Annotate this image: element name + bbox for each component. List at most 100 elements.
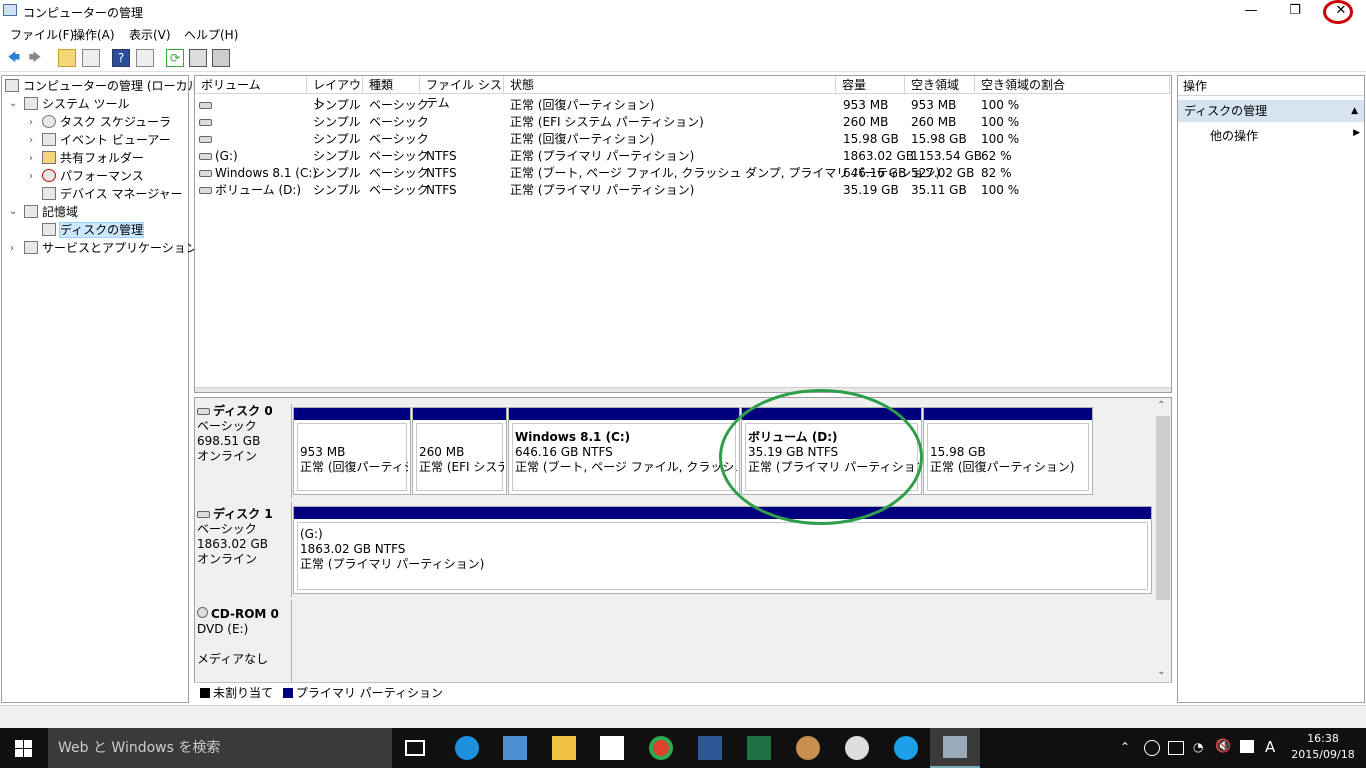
task-view-icon[interactable] (405, 740, 425, 756)
tree-system-tools[interactable]: システム ツール (24, 96, 129, 113)
windows-start-icon[interactable] (15, 740, 32, 757)
volume-cell: ベーシック (369, 166, 429, 180)
internet-explorer-icon[interactable] (894, 736, 918, 760)
edge-browser-icon[interactable] (455, 736, 479, 760)
menu-action[interactable]: 操作(A) (73, 26, 115, 43)
volume-list: ボリューム レイアウト 種類 ファイル システム 状態 容量 空き領域 空き領域… (194, 75, 1172, 393)
volume-cell: シンプル (313, 183, 361, 197)
volume-cell[interactable]: ボリューム (D:) (215, 182, 301, 199)
volume-cell: 953 MB (843, 98, 889, 112)
show-hide-tree-icon[interactable] (82, 49, 100, 67)
word-icon[interactable] (698, 736, 722, 760)
actions-section-disk-management[interactable]: ディスクの管理 ▲ (1178, 100, 1364, 122)
network-globe-icon[interactable] (1144, 740, 1160, 756)
disk-management-icon (42, 223, 56, 236)
store-icon[interactable] (600, 736, 624, 760)
explorer-app-icon[interactable] (503, 736, 527, 760)
snipping-tool-icon[interactable] (845, 736, 869, 760)
chevron-right-icon[interactable]: › (29, 153, 33, 164)
partition-g[interactable]: (G:) 1863.02 GB NTFS 正常 (プライマリ パーティション) (293, 506, 1152, 594)
menu-file[interactable]: ファイル(F) (10, 26, 74, 43)
volume-cell: 正常 (回復パーティション) (510, 98, 655, 112)
partition-recovery-2[interactable]: 15.98 GB 正常 (回復パーティション) (923, 407, 1093, 495)
device-manager-icon (42, 187, 56, 200)
services-icon (24, 241, 38, 254)
partition-windows-c[interactable]: Windows 8.1 (C:) 646.16 GB NTFS 正常 (ブート, ペ… (508, 407, 740, 495)
column-header-status[interactable]: 状態 (504, 76, 836, 94)
chevron-up-icon[interactable]: ⌃ (1120, 740, 1130, 754)
status-bar (0, 705, 1366, 728)
partition-recovery-1[interactable]: 953 MB正常 (回復パーティション) (293, 407, 411, 495)
ime-indicator[interactable]: A (1265, 738, 1275, 756)
chevron-down-icon[interactable]: ⌄ (9, 98, 17, 109)
tree-disk-management[interactable]: ディスクの管理 (42, 222, 145, 239)
scroll-up-icon[interactable]: ⌃ (1157, 400, 1165, 411)
action-pane-icon[interactable] (136, 49, 154, 67)
volume-cell: 100 % (981, 98, 1020, 112)
splitter[interactable] (195, 387, 1171, 392)
disk-0-label[interactable]: ディスク 0 ベーシック 698.51 GB オンライン (197, 404, 289, 496)
volume-muted-icon[interactable]: 🔇 (1215, 739, 1231, 754)
tree-device-manager[interactable]: デバイス マネージャー (42, 186, 183, 203)
column-header-filesystem[interactable]: ファイル システム (420, 76, 504, 110)
refresh-icon[interactable]: ⟳ (166, 49, 184, 67)
computer-management-taskbar-button[interactable] (930, 728, 980, 768)
volume-cell[interactable]: Windows 8.1 (C:) (215, 165, 317, 182)
column-header-type[interactable]: 種類 (363, 76, 420, 94)
clock[interactable]: 16:38 2015/09/18 (1290, 731, 1356, 763)
chrome-icon[interactable] (649, 736, 673, 760)
column-header-layout[interactable]: レイアウト (307, 76, 363, 110)
volume-icon (199, 170, 212, 177)
wifi-icon[interactable]: ◔ (1193, 740, 1203, 754)
disk-1-label[interactable]: ディスク 1 ベーシック 1863.02 GB オンライン (197, 507, 289, 595)
column-header-free[interactable]: 空き領域 (905, 76, 975, 94)
tree-performance[interactable]: パフォーマンス (42, 168, 144, 185)
scroll-down-icon[interactable]: ⌄ (1157, 666, 1165, 677)
vertical-scrollbar[interactable]: ⌃ ⌄ (1155, 398, 1171, 682)
excel-icon[interactable] (747, 736, 771, 760)
collapse-up-icon[interactable]: ▲ (1351, 100, 1358, 122)
tree-task-scheduler[interactable]: タスク スケジューラ (42, 114, 171, 131)
search-input[interactable]: Web と Windows を検索 (48, 728, 392, 768)
partition-efi[interactable]: 260 MB正常 (EFI システム パーティション) (412, 407, 507, 495)
menu-view[interactable]: 表示(V) (129, 26, 171, 43)
menu-help[interactable]: ヘルプ(H) (184, 26, 238, 43)
tree-storage[interactable]: 記憶域 (24, 204, 78, 221)
chevron-right-icon[interactable]: › (10, 243, 14, 254)
back-arrow-icon[interactable]: 🡄 (5, 49, 23, 67)
volume-cell: 953 MB (911, 98, 957, 112)
chevron-down-icon[interactable]: ⌄ (9, 206, 17, 217)
column-header-capacity[interactable]: 容量 (836, 76, 905, 94)
computer-management-icon (3, 4, 17, 16)
legend: 未割り当て プライマリ パーティション (194, 682, 1172, 703)
tree-root[interactable]: コンピューターの管理 (ローカル) (5, 78, 204, 95)
chevron-right-icon[interactable]: › (29, 117, 33, 128)
folder-up-icon[interactable] (58, 49, 76, 67)
actions-pane: 操作 ディスクの管理 ▲ 他の操作 ▶ (1177, 75, 1365, 703)
minimize-button[interactable]: — (1228, 0, 1274, 22)
chevron-right-icon[interactable]: › (29, 171, 33, 182)
paint-icon[interactable] (796, 736, 820, 760)
file-explorer-icon[interactable] (552, 736, 576, 760)
forward-arrow-icon[interactable]: 🡆 (26, 49, 44, 67)
volume-cell: 100 % (981, 183, 1020, 197)
disk-settings-icon[interactable] (212, 49, 230, 67)
column-header-volume[interactable]: ボリューム (195, 76, 307, 94)
chevron-right-icon[interactable]: › (29, 135, 33, 146)
scrollbar-thumb[interactable] (1156, 416, 1170, 600)
restore-button[interactable]: ❐ (1272, 0, 1318, 22)
properties-icon[interactable] (189, 49, 207, 67)
cdrom-label[interactable]: CD-ROM 0 DVD (E:) メディアなし (197, 607, 289, 687)
volume-cell: シンプル (313, 166, 361, 180)
volume-icon (199, 187, 212, 194)
tree-services[interactable]: サービスとアプリケーション (24, 240, 198, 257)
volume-cell[interactable]: (G:) (215, 148, 238, 165)
more-actions[interactable]: 他の操作 ▶ (1210, 127, 1360, 145)
column-header-free-percent[interactable]: 空き領域の割合 (975, 76, 1170, 94)
battery-icon[interactable] (1168, 741, 1184, 755)
notifications-icon[interactable] (1240, 740, 1254, 753)
tree-shared-folders[interactable]: 共有フォルダー (42, 150, 144, 167)
help-icon[interactable]: ? (112, 49, 130, 67)
volume-cell: 15.98 GB (843, 132, 899, 146)
tree-event-viewer[interactable]: イベント ビューアー (42, 132, 171, 149)
